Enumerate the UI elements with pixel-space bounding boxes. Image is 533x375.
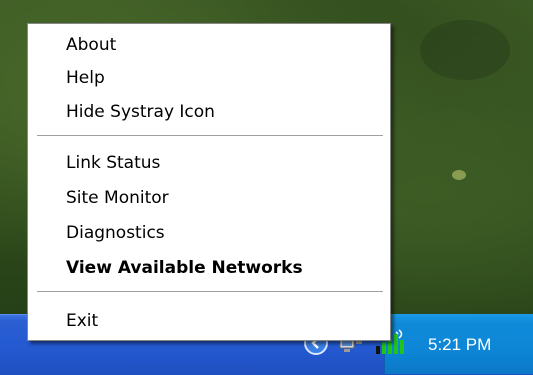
menu-item-exit[interactable]: Exit bbox=[29, 306, 389, 336]
menu-item-view-available-networks[interactable]: View Available Networks bbox=[29, 253, 389, 283]
menu-item-hide-systray-icon[interactable]: Hide Systray Icon bbox=[29, 97, 389, 127]
menu-item-about[interactable]: About bbox=[29, 30, 389, 60]
wallpaper-grass-patch bbox=[390, 110, 510, 230]
menu-item-diagnostics[interactable]: Diagnostics bbox=[29, 218, 389, 248]
wallpaper-flower bbox=[452, 170, 466, 180]
menu-item-help[interactable]: Help bbox=[29, 63, 389, 93]
menu-separator bbox=[37, 291, 383, 293]
menu-item-link-status[interactable]: Link Status bbox=[29, 148, 389, 178]
taskbar-clock[interactable]: 5:21 PM bbox=[428, 334, 513, 356]
wallpaper-shadow bbox=[420, 20, 510, 80]
tray-context-menu: About Help Hide Systray Icon Link Status… bbox=[27, 23, 391, 341]
menu-item-site-monitor[interactable]: Site Monitor bbox=[29, 183, 389, 213]
menu-separator bbox=[37, 135, 383, 137]
